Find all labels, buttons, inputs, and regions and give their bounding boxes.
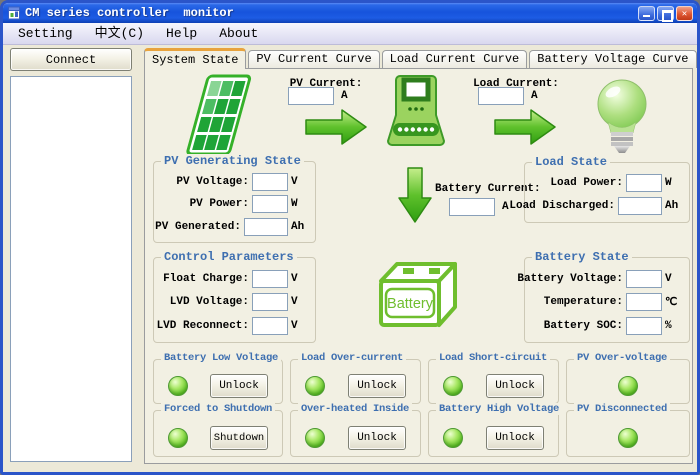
pv-disconnected-led — [618, 428, 638, 448]
battery-voltage-row: Battery Voltage: V — [525, 270, 689, 288]
battery-icon-label: Battery — [387, 296, 434, 312]
pv-current-unit: A — [341, 90, 348, 102]
menu-bar: Setting 中文(C) Help About — [3, 23, 697, 45]
main-content: Connect System State PV Current Curve Lo… — [3, 45, 697, 474]
forced-to-shutdown-group: Forced to Shutdown Shutdown — [153, 410, 283, 457]
menu-about[interactable]: About — [208, 23, 269, 44]
battery-high-voltage-led — [443, 428, 463, 448]
battery-low-voltage-led — [168, 376, 188, 396]
battery-state-group: Battery State Battery Voltage: V Tempera… — [524, 257, 690, 343]
battery-low-voltage-unlock-button[interactable]: Unlock — [210, 374, 268, 398]
lvd-reconnect-value[interactable] — [252, 317, 288, 335]
pv-voltage-value[interactable] — [252, 173, 288, 191]
pv-voltage-row: PV Voltage: V — [154, 173, 315, 191]
tab-battery-voltage-curve[interactable]: Battery Voltage Curve — [529, 50, 696, 68]
tab-system-state[interactable]: System State — [144, 48, 246, 69]
load-power-row: Load Power: W — [525, 174, 689, 192]
battery-voltage-value[interactable] — [626, 270, 662, 288]
forced-to-shutdown-button[interactable]: Shutdown — [210, 426, 268, 450]
battery-soc-row: Battery SOC: % — [525, 317, 689, 335]
load-short-circuit-led — [443, 376, 463, 396]
load-short-circuit-unlock-button[interactable]: Unlock — [486, 374, 544, 398]
window-title: CM series controller monitor — [25, 6, 234, 20]
battery-current-unit: A — [502, 201, 509, 213]
load-discharged-value[interactable] — [618, 197, 662, 215]
control-parameters-group: Control Parameters Float Charge: V LVD V… — [153, 257, 316, 343]
load-short-circuit-group: Load Short-circuit Unlock — [428, 359, 559, 404]
load-over-current-group: Load Over-current Unlock — [290, 359, 421, 404]
temperature-value[interactable] — [626, 293, 662, 311]
lvd-reconnect-row: LVD Reconnect: V — [154, 317, 315, 335]
menu-help[interactable]: Help — [155, 23, 208, 44]
maximize-button[interactable] — [657, 6, 674, 21]
pv-generating-group: PV Generating State PV Voltage: V PV Pow… — [153, 161, 316, 243]
load-discharged-row: Load Discharged: Ah — [525, 197, 689, 215]
tab-pv-current-curve[interactable]: PV Current Curve — [248, 50, 379, 68]
arrow-pv-to-controller-icon — [304, 107, 368, 152]
pv-generated-row: PV Generated: Ah — [154, 218, 315, 236]
battery-icon: Battery — [373, 251, 465, 340]
battery-low-voltage-group: Battery Low Voltage Unlock — [153, 359, 283, 404]
pv-panel-icon — [185, 74, 253, 161]
app-icon — [7, 6, 21, 20]
load-over-current-unlock-button[interactable]: Unlock — [348, 374, 406, 398]
lvd-voltage-row: LVD Voltage: V — [154, 293, 315, 311]
tab-strip: System State PV Current Curve Load Curre… — [144, 47, 699, 68]
load-power-value[interactable] — [626, 174, 662, 192]
system-state-panel: PV Current: A Load Cu — [144, 68, 693, 464]
float-charge-row: Float Charge: V — [154, 270, 315, 288]
device-list[interactable] — [10, 76, 132, 462]
pv-over-voltage-group: PV Over-voltage — [566, 359, 690, 404]
pv-current-value[interactable] — [288, 87, 334, 105]
app-window: CM series controller monitor ✕ Setting 中… — [0, 0, 700, 475]
battery-high-voltage-group: Battery High Voltage Unlock — [428, 410, 559, 457]
pv-over-voltage-led — [618, 376, 638, 396]
menu-language[interactable]: 中文(C) — [84, 23, 155, 44]
arrow-controller-to-load-icon — [493, 107, 557, 152]
tab-load-current-curve[interactable]: Load Current Curve — [382, 50, 528, 68]
over-heated-inside-unlock-button[interactable]: Unlock — [348, 426, 406, 450]
battery-current-value[interactable] — [449, 198, 495, 216]
close-button[interactable]: ✕ — [676, 6, 693, 21]
connect-button[interactable]: Connect — [10, 48, 132, 71]
load-over-current-led — [305, 376, 325, 396]
temperature-row: Temperature: ℃ — [525, 293, 689, 311]
load-current-value[interactable] — [478, 87, 524, 105]
battery-high-voltage-unlock-button[interactable]: Unlock — [486, 426, 544, 450]
menu-setting[interactable]: Setting — [7, 23, 84, 44]
pv-power-row: PV Power: W — [154, 195, 315, 213]
load-state-group: Load State Load Power: W Load Discharged… — [524, 162, 690, 223]
pv-power-value[interactable] — [252, 195, 288, 213]
bulb-icon — [594, 77, 652, 160]
forced-to-shutdown-led — [168, 428, 188, 448]
over-heated-inside-group: Over-heated Inside Unlock — [290, 410, 421, 457]
controller-icon — [384, 73, 448, 158]
minimize-button[interactable] — [638, 6, 655, 21]
over-heated-inside-led — [305, 428, 325, 448]
lvd-voltage-value[interactable] — [252, 293, 288, 311]
arrow-to-battery-icon — [397, 166, 433, 229]
pv-disconnected-group: PV Disconnected — [566, 410, 690, 457]
float-charge-value[interactable] — [252, 270, 288, 288]
battery-soc-value[interactable] — [626, 317, 662, 335]
load-current-unit: A — [531, 90, 538, 102]
pv-generated-value[interactable] — [244, 218, 288, 236]
title-bar: CM series controller monitor ✕ — [3, 3, 697, 23]
